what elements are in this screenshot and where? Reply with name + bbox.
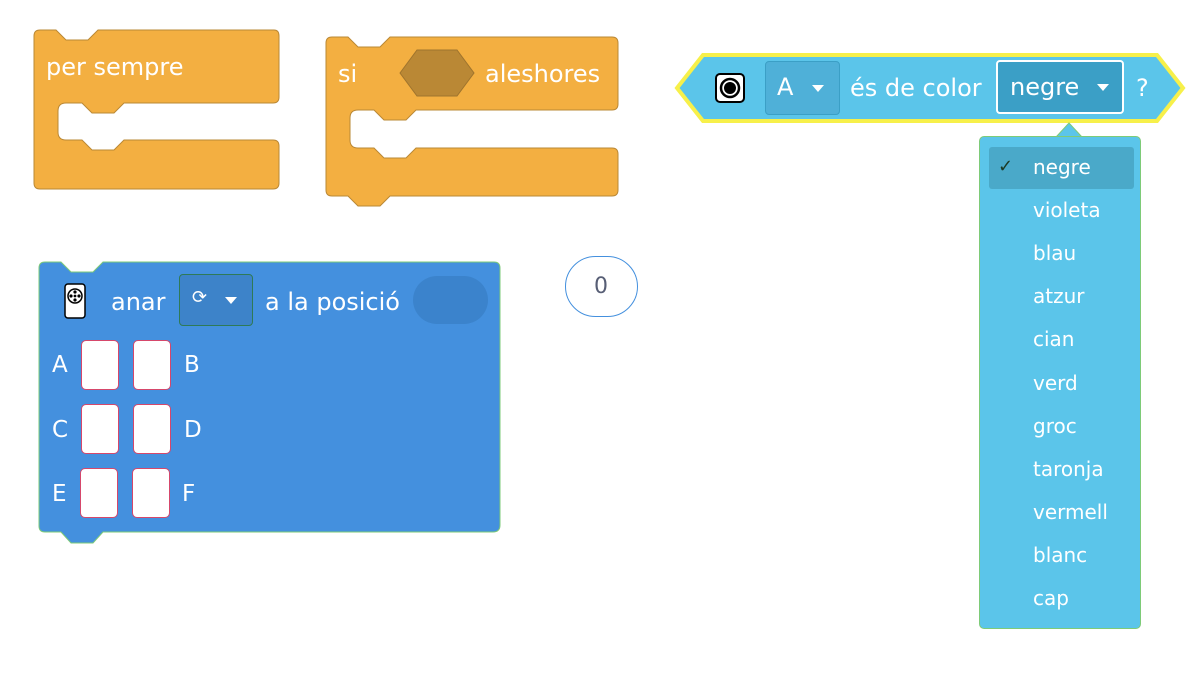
port-a-checkbox[interactable] (81, 340, 119, 390)
if-label: si (338, 60, 358, 88)
color-dropdown-menu: ✓ negre violeta blau atzur cian verd gro… (979, 136, 1141, 629)
forever-block-shape (33, 29, 280, 190)
motor-position-block[interactable]: anar ⟳ a la posició A B C D E F (30, 255, 510, 555)
color-sensor-block[interactable]: A és de color negre ? (670, 50, 1190, 130)
number-reporter[interactable]: 0 (565, 256, 638, 317)
port-label-e: E (52, 481, 67, 507)
menu-item-blau[interactable]: blau (980, 233, 1140, 275)
menu-item-cian[interactable]: cian (980, 319, 1140, 361)
chevron-down-icon (812, 85, 824, 92)
menu-item-label: verd (1033, 371, 1078, 395)
checkmark-icon: ✓ (998, 156, 1014, 177)
to-position-label: a la posició (265, 288, 400, 316)
question-mark: ? (1136, 74, 1149, 102)
menu-item-atzur[interactable]: atzur (980, 276, 1140, 318)
menu-item-label: violeta (1033, 198, 1101, 222)
menu-item-label: atzur (1033, 284, 1085, 308)
port-label-f: F (182, 481, 196, 507)
port-d-checkbox[interactable] (133, 404, 171, 454)
port-label-d: D (184, 417, 202, 443)
menu-item-label: vermell (1033, 500, 1108, 524)
menu-item-label: groc (1033, 414, 1077, 438)
then-label: aleshores (485, 60, 601, 88)
menu-item-label: blanc (1033, 543, 1088, 567)
go-label: anar (111, 288, 166, 316)
rotate-clockwise-icon: ⟳ (192, 287, 208, 308)
menu-item-blanc[interactable]: blanc (980, 535, 1140, 577)
color-sensor-icon (715, 73, 745, 103)
menu-item-negre[interactable]: ✓ negre (980, 147, 1140, 189)
forever-label: per sempre (46, 53, 184, 81)
color-dropdown-value: negre (1010, 73, 1080, 101)
menu-item-cap[interactable]: cap (980, 578, 1140, 620)
port-label-a: A (52, 352, 68, 378)
menu-item-verd[interactable]: verd (980, 363, 1140, 405)
menu-item-label: negre (1033, 155, 1091, 179)
is-color-label: és de color (850, 74, 982, 102)
port-c-checkbox[interactable] (81, 404, 119, 454)
chevron-down-icon (1097, 84, 1109, 91)
menu-item-label: blau (1033, 241, 1077, 265)
port-b-checkbox[interactable] (133, 340, 171, 390)
menu-item-label: cap (1033, 586, 1069, 610)
menu-item-groc[interactable]: groc (980, 406, 1140, 448)
port-e-checkbox[interactable] (80, 468, 118, 518)
if-then-block-shape (325, 36, 619, 207)
direction-dropdown[interactable]: ⟳ (179, 274, 253, 326)
number-value: 0 (594, 274, 608, 299)
position-input[interactable] (413, 276, 488, 324)
sensor-port-dropdown[interactable]: A (765, 61, 840, 115)
port-label-b: B (184, 352, 200, 378)
motor-icon (64, 283, 86, 319)
if-then-block[interactable]: si aleshores (300, 0, 630, 215)
port-label-c: C (52, 417, 69, 443)
chevron-down-icon (225, 297, 237, 304)
port-f-checkbox[interactable] (132, 468, 170, 518)
menu-item-vermell[interactable]: vermell (980, 492, 1140, 534)
forever-block[interactable]: per sempre (0, 0, 300, 200)
sensor-port-value: A (777, 73, 794, 101)
color-dropdown[interactable]: negre (996, 60, 1124, 114)
menu-item-taronja[interactable]: taronja (980, 449, 1140, 491)
menu-item-label: cian (1033, 327, 1075, 351)
menu-item-label: taronja (1033, 457, 1104, 481)
menu-item-violeta[interactable]: violeta (980, 190, 1140, 232)
